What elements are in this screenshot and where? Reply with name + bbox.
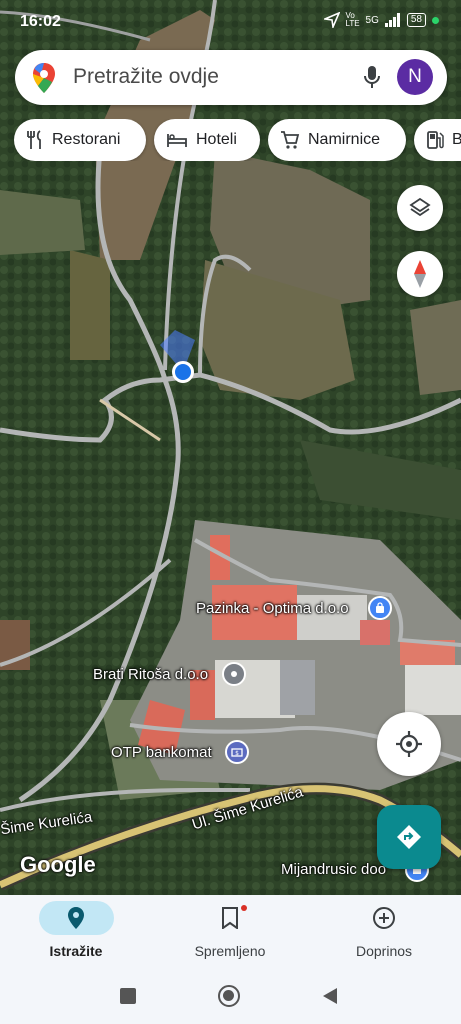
search-input[interactable]: Pretražite ovdje xyxy=(73,65,219,89)
compass-button[interactable] xyxy=(397,251,443,297)
signal-5g-label: 5G xyxy=(365,14,379,26)
current-location-dot xyxy=(172,361,194,383)
explore-pin-icon xyxy=(68,907,84,929)
shopping-cart-icon xyxy=(281,131,300,149)
restaurant-icon xyxy=(27,130,41,149)
chip-hoteli[interactable]: Hoteli xyxy=(154,119,260,161)
nav-label: Spremljeno xyxy=(194,943,266,959)
category-chips: Restorani Hoteli Namirnice B xyxy=(0,119,461,161)
place-label-brati-ritosa[interactable]: Brati Ritoša d.o.o xyxy=(93,666,208,683)
chip-benzin[interactable]: B xyxy=(414,119,461,161)
status-icons: Vo LTE 5G 58 xyxy=(323,11,439,28)
navigation-arrow-icon xyxy=(323,12,340,28)
nav-label: Doprinos xyxy=(355,943,413,959)
battery-icon: 58 xyxy=(406,13,426,27)
bottom-navigation: Istražite Spremljeno Doprinos xyxy=(0,895,461,970)
directions-icon xyxy=(397,825,421,849)
compass-icon xyxy=(414,260,426,288)
gas-station-icon xyxy=(427,131,444,149)
chip-label: B xyxy=(452,131,461,148)
recents-button[interactable] xyxy=(120,988,136,1004)
google-attribution: Google xyxy=(20,852,96,877)
nav-istrazite[interactable]: Istražite xyxy=(11,901,141,966)
chip-restorani[interactable]: Restorani xyxy=(14,119,146,161)
home-button-dot xyxy=(223,990,234,1001)
nav-pill xyxy=(38,901,114,935)
notification-dot xyxy=(240,905,247,911)
nav-spremljeno[interactable]: Spremljeno xyxy=(165,901,295,966)
place-label-pazinka[interactable]: Pazinka - Optima d.o.o xyxy=(196,600,349,617)
my-location-button[interactable] xyxy=(377,712,441,776)
pin-icon[interactable] xyxy=(222,662,246,686)
system-navigation-bar xyxy=(0,970,461,1024)
add-circle-icon xyxy=(373,907,395,929)
back-icon[interactable] xyxy=(322,987,338,1005)
nav-pill xyxy=(193,901,268,935)
directions-button[interactable] xyxy=(377,805,441,869)
hotel-icon xyxy=(167,134,187,147)
crosshair-icon xyxy=(396,731,422,757)
privacy-indicator-dot xyxy=(432,16,439,24)
bookmark-icon xyxy=(222,907,238,929)
home-button[interactable] xyxy=(218,985,240,1007)
status-bar: 16:02 Vo LTE 5G 58 xyxy=(0,0,461,44)
microphone-icon[interactable] xyxy=(362,64,382,90)
google-maps-logo-icon xyxy=(33,63,55,93)
volte-icon: Vo LTE xyxy=(345,11,360,28)
search-bar[interactable]: Pretražite ovdje N xyxy=(15,50,447,105)
svg-text:$: $ xyxy=(235,750,239,757)
account-avatar[interactable]: N xyxy=(397,59,433,95)
layers-icon xyxy=(409,197,431,217)
nav-label: Istražite xyxy=(49,943,103,959)
atm-icon[interactable]: $ xyxy=(225,740,249,764)
chip-label: Namirnice xyxy=(308,131,381,148)
signal-bars-icon xyxy=(384,13,400,27)
nav-doprinos[interactable]: Doprinos xyxy=(319,901,449,966)
chip-label: Hoteli xyxy=(196,131,237,148)
place-label-mijandrusic[interactable]: Mijandrusic doo xyxy=(281,861,386,878)
chip-label: Restorani xyxy=(52,131,121,148)
nav-pill xyxy=(347,901,422,935)
layers-button[interactable] xyxy=(397,185,443,231)
chip-namirnice[interactable]: Namirnice xyxy=(268,119,406,161)
shopping-bag-icon[interactable] xyxy=(368,596,392,620)
place-label-otp-bankomat[interactable]: OTP bankomat xyxy=(111,744,212,761)
status-time: 16:02 xyxy=(20,13,61,30)
